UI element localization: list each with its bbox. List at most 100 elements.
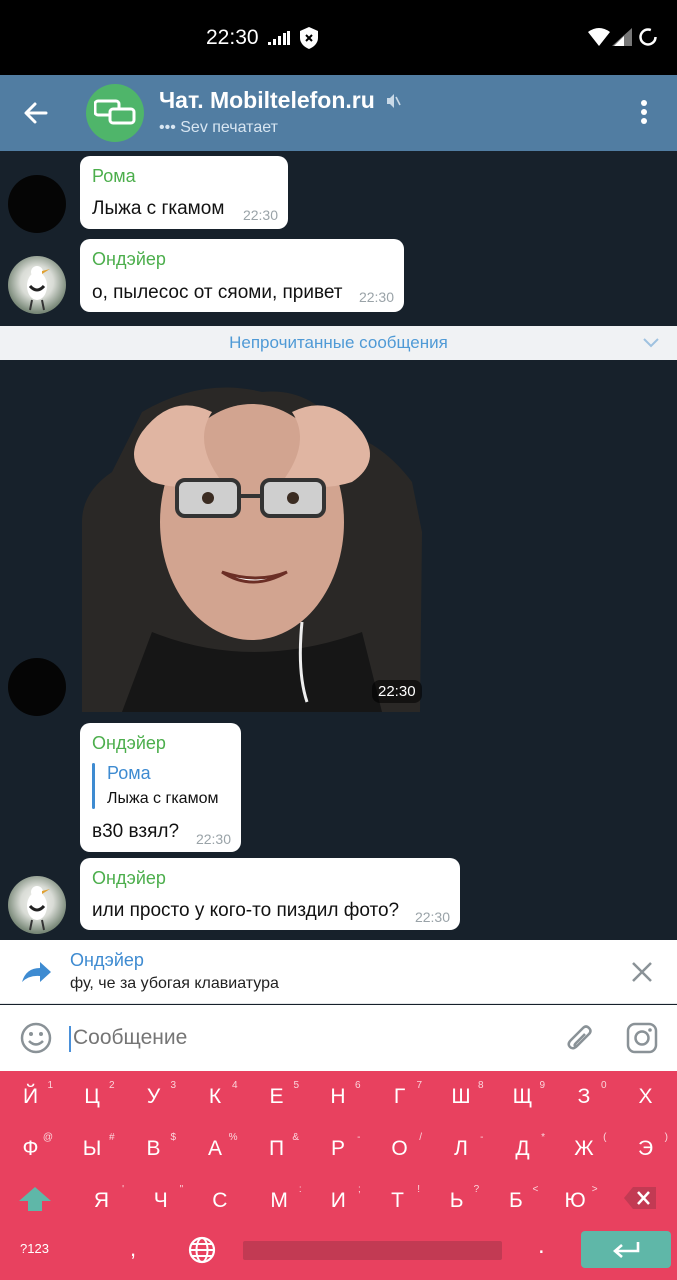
key[interactable]: З0 (554, 1073, 615, 1121)
key[interactable]: Щ9 (492, 1073, 553, 1121)
key-hint: @ (42, 1132, 53, 1143)
key[interactable]: Ч " (130, 1177, 191, 1225)
key[interactable]: В $ (123, 1125, 184, 1173)
period-key[interactable]: . (538, 1232, 545, 1260)
key-label: Х (638, 1085, 653, 1108)
reply-text[interactable]: Лыжа с гкамом (107, 790, 218, 808)
message-bubble[interactable]: Ондэйер или просто у кого-то пиздил фото… (80, 858, 460, 930)
key[interactable]: Е5 (246, 1073, 307, 1121)
key-hint: - (357, 1132, 361, 1143)
key[interactable]: Т! (367, 1177, 428, 1225)
key-hint: / (419, 1132, 422, 1143)
key-label: Ф (22, 1137, 39, 1160)
emoji-icon[interactable] (20, 1022, 52, 1054)
avatar[interactable] (8, 175, 66, 233)
avatar[interactable] (8, 256, 66, 314)
chat-avatar[interactable] (86, 84, 144, 142)
close-reply-icon[interactable] (631, 961, 653, 983)
chat-title[interactable]: Чат. Mobiltelefon.ru (159, 87, 375, 114)
key-hint: 7 (416, 1080, 422, 1091)
key-label: Б (509, 1189, 523, 1212)
key-hint: & (292, 1132, 299, 1143)
key[interactable]: С (189, 1177, 250, 1225)
key[interactable]: Ю > (545, 1177, 606, 1225)
camera-icon[interactable] (626, 1022, 658, 1054)
message-bubble[interactable]: Рома Лыжа с гкамом 22:30 (80, 156, 288, 229)
message-bubble[interactable]: Ондэйер Рома Лыжа с гкамом в30 взял? 22:… (80, 723, 241, 852)
message-bubble[interactable]: Ондэйер о, пылесос от сяоми, привет 22:3… (80, 239, 404, 312)
key-hint: 4 (231, 1080, 238, 1091)
enter-button[interactable] (581, 1231, 671, 1268)
key[interactable]: К4 (185, 1073, 246, 1121)
key[interactable]: Я ' (71, 1177, 132, 1225)
key[interactable]: Г7 (369, 1073, 430, 1121)
message-time: 22:30 (414, 909, 450, 925)
space-bar[interactable] (243, 1241, 502, 1260)
key[interactable]: Л- (431, 1125, 492, 1173)
back-arrow-icon[interactable] (22, 99, 50, 127)
sender-name[interactable]: Ондэйер (92, 868, 166, 889)
key-hint: > (591, 1184, 598, 1195)
key[interactable]: У3 (123, 1073, 184, 1121)
chat-logo-icon (94, 99, 136, 125)
sticker-time: 22:30 (372, 680, 422, 703)
battery-icon (639, 28, 657, 46)
key-hint: 0 (600, 1080, 607, 1091)
key-label: А (207, 1137, 222, 1160)
message-text: или просто у кого-то пиздил фото? (92, 900, 400, 921)
key-label: Ц (84, 1085, 100, 1108)
reply-quote-bar (92, 763, 95, 809)
sender-name[interactable]: Рома (92, 166, 136, 187)
comma-key[interactable]: , (130, 1236, 136, 1262)
key[interactable]: Д * (492, 1125, 553, 1173)
key[interactable]: Х (615, 1073, 676, 1121)
key[interactable]: М: (249, 1177, 310, 1225)
key-label: Ю (564, 1189, 586, 1212)
sender-name[interactable]: Ондэйер (92, 249, 166, 270)
key-label: К (208, 1085, 222, 1108)
key-label: Л (454, 1137, 468, 1160)
key-label: Ь (449, 1189, 464, 1212)
backspace-icon[interactable] (623, 1186, 657, 1210)
more-options-icon[interactable] (638, 99, 650, 125)
reply-sender[interactable]: Рома (107, 763, 151, 784)
message-text: в30 взял? (92, 821, 180, 842)
symbols-key[interactable]: ?123 (20, 1241, 49, 1256)
key-hint: % (228, 1132, 238, 1143)
key[interactable]: Ш8 (431, 1073, 492, 1121)
message-text: о, пылесос от сяоми, привет (92, 282, 343, 303)
key[interactable]: Н6 (308, 1073, 369, 1121)
key[interactable]: О / (369, 1125, 430, 1173)
attach-icon[interactable] (566, 1023, 594, 1055)
unread-label: Непрочитанные сообщения (229, 333, 448, 352)
key[interactable]: Ы # (62, 1125, 123, 1173)
key[interactable]: И; (308, 1177, 369, 1225)
key[interactable]: Э) (615, 1125, 676, 1173)
bird-avatar-icon (27, 266, 50, 311)
key[interactable]: Ф @ (0, 1125, 61, 1173)
avatar[interactable] (8, 658, 66, 716)
key-hint: ! (417, 1184, 420, 1195)
key-label: Е (269, 1085, 284, 1108)
key-label: Ч (153, 1189, 168, 1212)
key-label: З (577, 1085, 591, 1108)
key[interactable]: Б < (485, 1177, 546, 1225)
key[interactable]: Й1 (0, 1073, 61, 1121)
reply-preview-sender: Ондэйер (70, 950, 144, 970)
key[interactable]: Ь? (426, 1177, 487, 1225)
key[interactable]: Ц2 (62, 1073, 123, 1121)
key-hint: 9 (539, 1080, 545, 1091)
shift-icon[interactable] (18, 1186, 52, 1212)
key-label: Т (391, 1189, 404, 1212)
key-label: Р (330, 1137, 345, 1160)
key[interactable]: Ж( (554, 1125, 615, 1173)
sticker-image[interactable] (82, 372, 422, 712)
message-input[interactable] (73, 1026, 543, 1050)
globe-icon[interactable] (188, 1236, 216, 1264)
key[interactable]: П & (246, 1125, 307, 1173)
key[interactable]: Р- (308, 1125, 369, 1173)
chevron-down-icon[interactable] (642, 337, 660, 349)
key[interactable]: А% (185, 1125, 246, 1173)
avatar[interactable] (8, 876, 66, 934)
sender-name[interactable]: Ондэйер (92, 733, 166, 754)
